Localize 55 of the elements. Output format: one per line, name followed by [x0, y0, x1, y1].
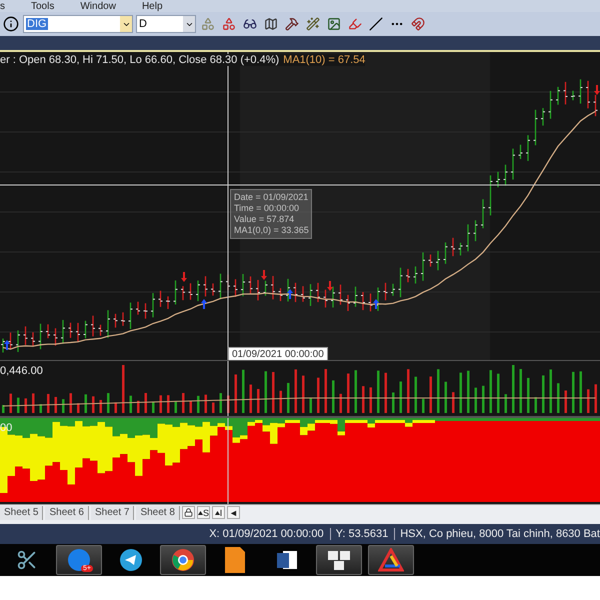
menu-item[interactable]: Tools: [31, 0, 54, 12]
moving-average-value: MA1(10) = 67.54: [283, 54, 366, 66]
tooltip-line: Date = 01/09/2021: [234, 192, 308, 203]
sheet-tab[interactable]: Sheet 6: [45, 506, 89, 520]
browser-icon: [171, 548, 195, 572]
buy-arrow-icon: [373, 299, 379, 309]
buy-arrow-icon: [201, 299, 207, 309]
sort-button[interactable]: I: [212, 506, 225, 519]
status-text: HSX, Co phieu, 8000 Tai chinh, 8630 Bat: [394, 528, 600, 540]
glasses-icon[interactable]: [243, 17, 257, 31]
taskbar-button[interactable]: [368, 545, 414, 575]
scroll-left-button[interactable]: ◄: [226, 506, 240, 519]
chat-bubble-icon: [67, 548, 91, 572]
image-icon[interactable]: [327, 17, 341, 31]
wand-icon[interactable]: [306, 17, 320, 31]
hammer-icon[interactable]: [285, 17, 299, 31]
pen-icon[interactable]: [348, 17, 362, 31]
sell-arrow-icon: [261, 270, 267, 280]
pdf-file-icon: [225, 547, 245, 573]
triangle-logo-icon: [378, 548, 404, 572]
sell-arrow-icon: [594, 85, 600, 95]
buy-arrow-icon: [287, 289, 293, 299]
triangle-up-icon: [214, 510, 220, 514]
document-icon: [275, 548, 299, 572]
paper-plane-icon: [119, 548, 143, 572]
volume-axis-label: 0,446.00: [0, 365, 43, 377]
tooltip-line: Time = 00:00:00: [234, 203, 300, 214]
taskbar-button[interactable]: [160, 545, 206, 575]
status-text: Y: 53.5631: [330, 528, 388, 540]
sort-button[interactable]: S: [196, 506, 210, 519]
tooltip-line: MA1(0,0) = 33.365: [234, 225, 308, 236]
scissors-icon: [16, 549, 38, 571]
line-icon[interactable]: [369, 17, 383, 31]
sell-arrow-icon: [327, 281, 333, 291]
sheet-tab[interactable]: Sheet 7: [90, 506, 134, 520]
taskbar-button[interactable]: [316, 545, 362, 575]
lock-button[interactable]: [182, 506, 195, 519]
tiles-icon: [326, 548, 352, 572]
menu-item[interactable]: Window: [80, 0, 116, 12]
symbol-field[interactable]: DIG: [23, 15, 133, 33]
price-summary: er : Open 68.30, Hi 71.50, Lo 66.60, Close 68.30 (+0.4%): [0, 54, 280, 66]
buy-arrow-icon: [4, 340, 10, 350]
sheet-tab[interactable]: Sheet 8: [136, 506, 180, 520]
info-icon[interactable]: [3, 16, 19, 32]
triangle-up-icon: [198, 510, 203, 514]
map-icon[interactable]: [264, 17, 278, 31]
tooltip-line: Value = 57.874: [234, 214, 296, 225]
status-text: X: 01/09/2021 00:00:00: [208, 528, 324, 540]
sell-arrow-icon: [181, 272, 187, 282]
menu-item[interactable]: s: [0, 0, 5, 12]
sheet-tab[interactable]: Sheet 5: [0, 506, 44, 520]
menu-item[interactable]: Help: [142, 0, 163, 12]
magnet-icon[interactable]: [411, 17, 425, 31]
period-field[interactable]: D: [136, 15, 196, 33]
shapes-icon[interactable]: [222, 17, 236, 31]
